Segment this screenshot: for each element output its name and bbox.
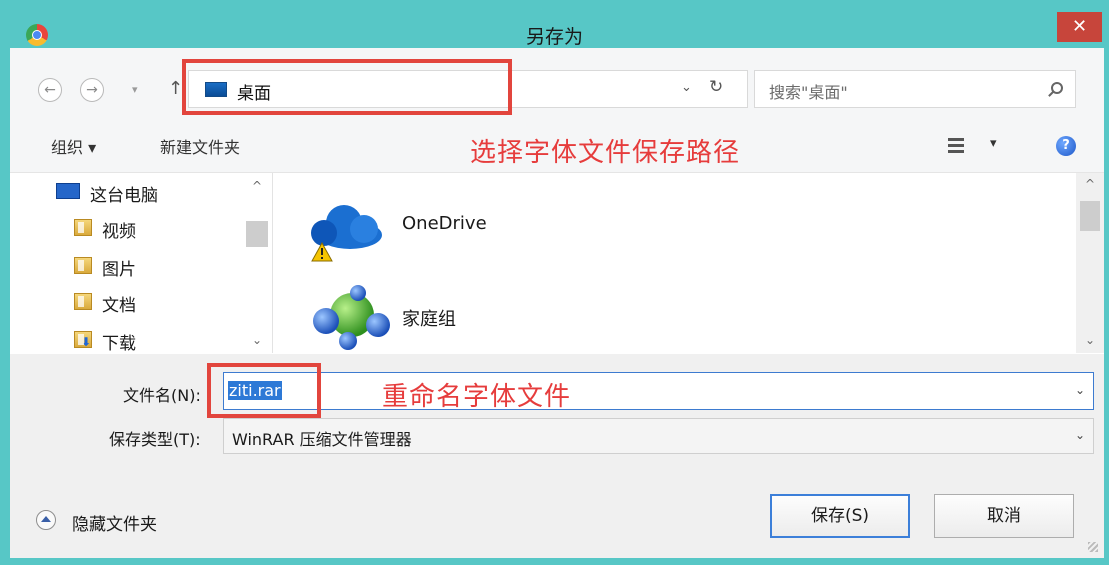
scroll-up-icon[interactable]: ^ (1085, 177, 1095, 191)
search-placeholder: 搜索"桌面" (769, 83, 848, 102)
search-icon[interactable] (1051, 82, 1063, 94)
forward-button[interactable]: → (80, 78, 104, 102)
filetype-value: WinRAR 压缩文件管理器 (232, 430, 412, 449)
homegroup-icon (313, 285, 390, 350)
close-button[interactable]: ✕ (1057, 12, 1102, 42)
file-list: OneDrive 家庭组 (274, 173, 1074, 353)
file-item-homegroup[interactable]: 家庭组 (402, 305, 456, 331)
save-options-panel: 文件名(N): ziti.rar ⌄ 重命名字体文件 保存类型(T): WinR… (10, 354, 1104, 558)
rename-annotation: 重命名字体文件 (382, 382, 572, 412)
title-bar: 另存为 ✕ (0, 0, 1109, 48)
filetype-select[interactable]: WinRAR 压缩文件管理器 ⌄ (223, 418, 1094, 454)
refresh-icon[interactable]: ↻ (709, 77, 723, 97)
chevron-down-icon[interactable]: ⌄ (1075, 428, 1085, 442)
search-input[interactable]: 搜索"桌面" (754, 70, 1076, 108)
collapse-arrow-icon[interactable] (36, 510, 56, 530)
dialog-title: 另存为 (525, 26, 583, 48)
view-options-icon[interactable] (948, 138, 964, 154)
scroll-down-icon[interactable]: ⌄ (252, 333, 262, 347)
address-location: 桌面 (237, 84, 271, 104)
address-dropdown[interactable]: ⌄ (681, 80, 692, 95)
pictures-folder-icon (74, 257, 92, 274)
navigation-toolbar: ← → ▾ ↑ 桌面 ⌄ ↻ 搜索"桌面" (10, 48, 1104, 132)
scroll-thumb[interactable] (246, 221, 268, 247)
hide-folders-button[interactable]: 隐藏文件夹 (72, 510, 157, 535)
scroll-thumb[interactable] (1080, 201, 1100, 231)
nav-item-downloads[interactable]: 下载 (102, 329, 136, 354)
nav-pane-scrollbar[interactable]: ^ ⌄ (244, 173, 270, 353)
filetype-label: 保存类型(T): (109, 430, 201, 449)
computer-icon (56, 183, 80, 199)
filename-value[interactable]: ziti.rar (228, 381, 282, 400)
desktop-icon (205, 82, 227, 97)
filename-label: 文件名(N): (123, 386, 201, 405)
navigation-pane: 这台电脑 视频 图片 文档 ⬇ 下载 ^ ⌄ (10, 173, 273, 354)
address-bar[interactable]: 桌面 ⌄ ↻ (188, 70, 748, 108)
scroll-up-icon[interactable]: ^ (252, 179, 262, 193)
save-button[interactable]: 保存(S) (770, 494, 910, 538)
new-folder-button[interactable]: 新建文件夹 (160, 134, 240, 158)
documents-folder-icon (74, 293, 92, 310)
view-dropdown[interactable]: ▾ (990, 136, 997, 151)
recent-locations-dropdown[interactable]: ▾ (132, 83, 138, 96)
filename-input[interactable]: ziti.rar ⌄ (223, 372, 1094, 410)
up-button[interactable]: ↑ (168, 78, 183, 99)
video-folder-icon (74, 219, 92, 236)
nav-item-this-pc[interactable]: 这台电脑 (90, 181, 158, 206)
nav-item-videos[interactable]: 视频 (102, 217, 136, 242)
dialog-body: ← → ▾ ↑ 桌面 ⌄ ↻ 搜索"桌面" 组织 ▾ 新建文件夹 选择字体文件保… (10, 48, 1104, 558)
cancel-button[interactable]: 取消 (934, 494, 1074, 538)
file-item-onedrive[interactable]: OneDrive (402, 213, 487, 234)
nav-item-pictures[interactable]: 图片 (102, 255, 136, 280)
resize-grip[interactable] (1088, 542, 1098, 552)
path-annotation: 选择字体文件保存路径 (470, 138, 741, 168)
organize-button[interactable]: 组织 ▾ (51, 134, 96, 158)
nav-item-documents[interactable]: 文档 (102, 291, 136, 316)
chevron-down-icon[interactable]: ⌄ (1075, 383, 1085, 397)
scroll-down-icon[interactable]: ⌄ (1085, 333, 1095, 347)
downloads-folder-icon: ⬇ (74, 331, 92, 349)
back-button[interactable]: ← (38, 78, 62, 102)
file-list-scrollbar[interactable]: ^ ⌄ (1076, 173, 1104, 353)
help-icon[interactable]: ? (1056, 136, 1076, 156)
onedrive-cloud-icon (311, 205, 382, 262)
